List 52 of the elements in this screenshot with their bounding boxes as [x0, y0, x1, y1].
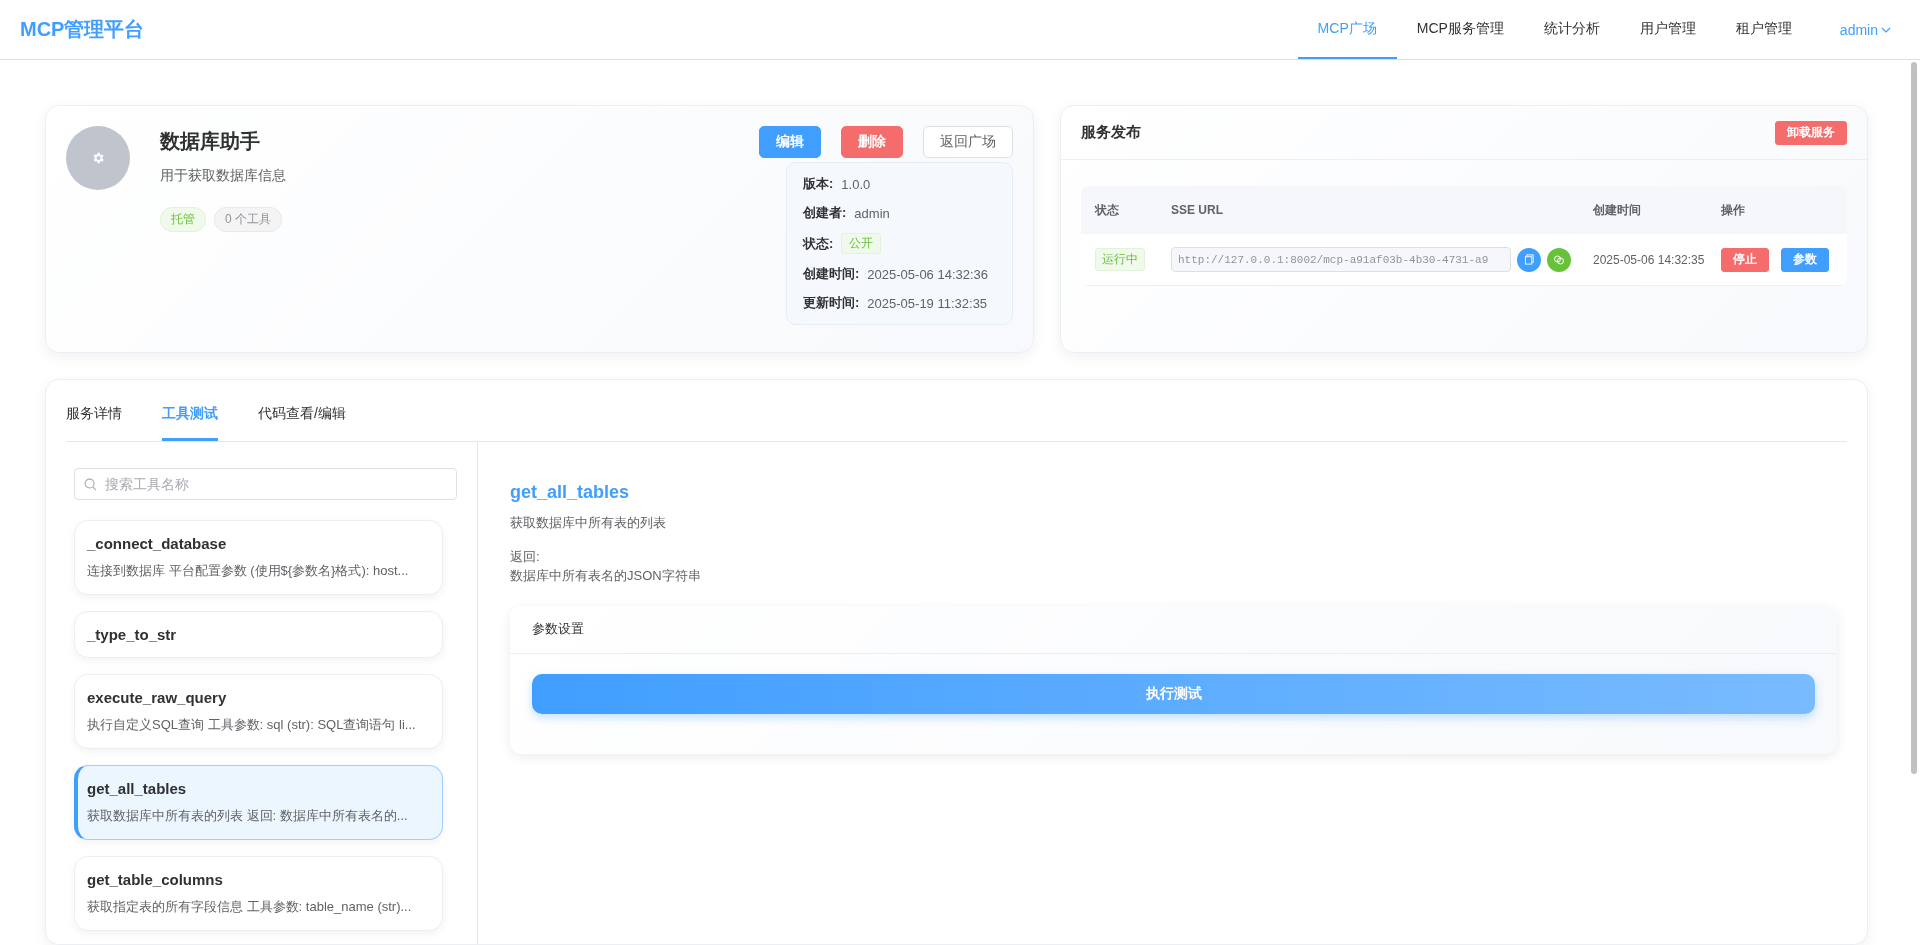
- tool-name: get_table_columns: [87, 871, 224, 888]
- meta-value: 1.0.0: [841, 176, 871, 192]
- nav-tab[interactable]: 租户管理: [1715, 0, 1812, 59]
- search-icon: [84, 478, 97, 491]
- back-button[interactable]: 返回广场: [923, 126, 1013, 158]
- tool-description: 获取数据库中所有表的列表 返回: 数据库中所有表名的...: [87, 807, 409, 825]
- meta-label: 版本:: [803, 175, 834, 193]
- tool-title: get_all_tables: [510, 482, 631, 503]
- tool-name: get_all_tables: [87, 780, 188, 797]
- tool-list-item[interactable]: execute_raw_query 执行自定义SQL查询 工具参数: sql (str): SQL查询语句 li...: [74, 674, 443, 749]
- meta-value: 2025-05-19 11:32:35: [867, 295, 988, 311]
- tool-list-item[interactable]: _type_to_str: [74, 611, 443, 658]
- nav-tab[interactable]: 统计分析: [1523, 0, 1620, 59]
- panel-title: 参数设置: [532, 620, 584, 638]
- tool-name: _type_to_str: [87, 626, 178, 643]
- link-icon[interactable]: [1547, 247, 1571, 272]
- column-header: SSE URL: [1171, 203, 1224, 217]
- meta-label: 创建者:: [803, 204, 847, 222]
- tool-description: 执行自定义SQL查询 工具参数: sql (str): SQL查询语句 li...: [87, 716, 417, 734]
- meta-label: 状态:: [803, 234, 834, 253]
- meta-label: 创建时间:: [803, 265, 860, 283]
- copy-icon[interactable]: [1517, 247, 1541, 272]
- meta-value: admin: [854, 205, 890, 221]
- service-tag: 0 个工具: [214, 207, 282, 232]
- meta-value: 2025-05-06 14:32:36: [867, 266, 989, 282]
- tool-description: 连接到数据库 平台配置参数 (使用${参数名}格式): host...: [87, 562, 410, 580]
- table-cell-text: 2025-05-06 14:32:35: [1593, 252, 1706, 267]
- tool-name: execute_raw_query: [87, 689, 228, 706]
- returns-text: 返回: 数据库中所有表名的JSON字符串: [510, 547, 702, 585]
- nav-tab[interactable]: 用户管理: [1619, 0, 1716, 59]
- service-tag: 托管: [160, 207, 206, 232]
- tool-list-item[interactable]: get_all_tables 获取数据库中所有表的列表 返回: 数据库中所有表名的...: [74, 765, 443, 840]
- detail-tab[interactable]: 代码查看/编辑: [258, 390, 346, 441]
- app-logo: MCP管理平台: [20, 17, 146, 42]
- service-description: 用于获取数据库信息: [160, 167, 287, 185]
- visibility-tag: 公开: [841, 233, 882, 254]
- card-title: 服务发布: [1081, 123, 1141, 142]
- detail-tab[interactable]: 服务详情: [66, 390, 122, 441]
- nav-tab[interactable]: MCP服务管理: [1396, 0, 1524, 59]
- tool-description: 获取指定表的所有字段信息 工具参数: table_name (str)...: [87, 898, 413, 916]
- column-header: 状态: [1095, 201, 1120, 219]
- scrollbar[interactable]: [1911, 62, 1917, 774]
- tool-description: 获取数据库中所有表的列表: [510, 514, 667, 532]
- tool-name: _connect_database: [87, 535, 228, 552]
- tool-list-item[interactable]: get_table_columns 获取指定表的所有字段信息 工具参数: table_name (str)...: [74, 856, 443, 931]
- service-name: 数据库助手: [160, 129, 261, 154]
- meta-label: 更新时间:: [803, 294, 860, 312]
- column-header: 创建时间: [1593, 201, 1642, 219]
- status-tag: 运行中: [1095, 248, 1145, 271]
- tool-list-item[interactable]: _connect_database 连接到数据库 平台配置参数 (使用${参数名}格式): host...: [74, 520, 443, 595]
- column-header: 操作: [1721, 201, 1746, 219]
- search-field[interactable]: 搜索工具名称: [74, 468, 457, 500]
